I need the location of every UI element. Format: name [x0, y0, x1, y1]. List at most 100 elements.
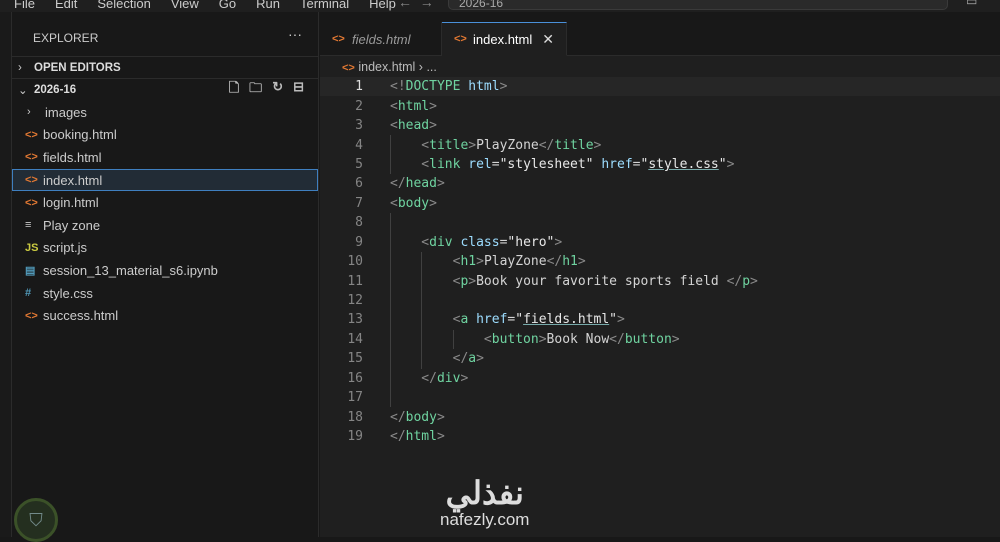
- refresh-icon[interactable]: ↻: [272, 79, 283, 101]
- menu-view[interactable]: View: [165, 0, 205, 11]
- tab-label: index.html: [473, 31, 533, 47]
- menu-file[interactable]: File: [8, 0, 41, 11]
- line-text: </div>: [390, 371, 468, 386]
- html-file-icon: <>: [25, 309, 38, 322]
- line-number: 10: [347, 254, 363, 270]
- line-number: 9: [355, 234, 363, 250]
- code-token: button: [491, 331, 539, 347]
- line-number: 13: [347, 312, 363, 328]
- open-editors-section[interactable]: › OPEN EDITORS: [12, 56, 318, 78]
- code-line[interactable]: 3 <head>: [320, 116, 1000, 135]
- menu-terminal[interactable]: Terminal: [294, 0, 355, 11]
- code-line[interactable]: 12: [320, 290, 1000, 311]
- code-line[interactable]: 16 </div>: [320, 368, 1000, 388]
- code-line[interactable]: 18 </body>: [320, 407, 1000, 426]
- tree-file[interactable]: ▤ session_13_material_s6.ipynb: [12, 259, 318, 282]
- code-token: <: [390, 254, 461, 270]
- section-label: 2026-16: [34, 83, 77, 96]
- html-file-icon: <>: [454, 33, 467, 45]
- code-line[interactable]: 9 <div class="hero">: [320, 232, 1000, 252]
- line-number: 7: [355, 195, 363, 211]
- menu-go[interactable]: Go: [213, 0, 242, 11]
- code-line[interactable]: 14 <button>Book Now</button>: [320, 329, 1000, 350]
- menu-selection[interactable]: Selection: [91, 0, 156, 11]
- indent-guide: [390, 232, 391, 252]
- code-line[interactable]: 10 <h1>PlayZone</h1>: [320, 251, 1000, 272]
- forward-arrow-icon[interactable]: →: [420, 0, 434, 10]
- code-token: h1: [562, 254, 578, 270]
- tree-file[interactable]: <> login.html: [12, 191, 318, 214]
- breadcrumb-symbol[interactable]: ...: [426, 60, 436, 74]
- code-line[interactable]: 6 </head>: [320, 174, 1000, 193]
- line-number: 16: [347, 370, 363, 386]
- tree-item-label: index.html: [43, 172, 103, 188]
- code-token: <: [390, 137, 430, 153]
- code-line[interactable]: 4 <title>PlayZone</title>: [320, 135, 1000, 155]
- code-editor[interactable]: <> index.html › ... 1 <!DOCTYPE html> 2 <ht…: [320, 56, 1000, 537]
- line-text: <head>: [390, 118, 437, 133]
- command-center-search[interactable]: 2026-16: [448, 0, 948, 10]
- line-text: <link rel="stylesheet" href="style.css">: [390, 157, 734, 172]
- code-token: >: [429, 98, 437, 114]
- code-line[interactable]: 1 <!DOCTYPE html>: [320, 77, 1000, 97]
- chat-icon[interactable]: ▭: [966, 0, 977, 8]
- menu-edit[interactable]: Edit: [49, 0, 83, 11]
- code-token: >: [476, 254, 484, 270]
- line-text: <h1>PlayZone</h1>: [390, 254, 586, 269]
- watermark-site: nafezly.com: [440, 510, 530, 529]
- code-line[interactable]: 15 </a>: [320, 349, 1000, 369]
- back-arrow-icon[interactable]: ←: [398, 0, 412, 10]
- new-file-icon[interactable]: 🗋: [229, 79, 239, 101]
- line-text: <!DOCTYPE html>: [390, 79, 507, 94]
- indent-guide: [421, 251, 423, 272]
- tree-file[interactable]: ≡ Play zone: [12, 214, 318, 237]
- close-tab-icon[interactable]: ✕: [542, 31, 554, 48]
- code-token: <: [390, 273, 461, 289]
- collapse-all-icon[interactable]: ⊟: [293, 79, 304, 101]
- tree-file[interactable]: <> index.html: [12, 168, 318, 192]
- code-line[interactable]: 8: [320, 213, 1000, 233]
- code-token: <: [390, 195, 398, 211]
- code-lines[interactable]: 1 <!DOCTYPE html> 2 <html> 3 <head> 4 <title>P…: [320, 77, 1000, 446]
- tree-folder[interactable]: › images: [12, 101, 318, 124]
- code-token: >: [429, 195, 437, 211]
- tree-file[interactable]: # style.css: [12, 282, 318, 305]
- code-line[interactable]: 13 <a href="fields.html">: [320, 310, 1000, 330]
- nav-arrows[interactable]: ← →: [398, 0, 434, 10]
- tree-item-label: Play zone: [43, 217, 101, 233]
- code-token: </: [538, 137, 555, 153]
- code-token: >: [726, 156, 735, 172]
- code-token: href: [468, 312, 508, 328]
- code-line[interactable]: 2 <html>: [320, 96, 1000, 115]
- code-line[interactable]: 17: [320, 388, 1000, 408]
- code-token: >: [577, 254, 586, 270]
- code-line[interactable]: 7 <body>: [320, 194, 1000, 213]
- tab-index-html[interactable]: <> index.html ✕: [442, 22, 567, 56]
- line-text: </a>: [390, 351, 484, 366]
- tree-file[interactable]: <> success.html: [12, 304, 318, 327]
- code-token: =: [491, 156, 500, 172]
- indent-guide: [421, 271, 423, 291]
- code-line[interactable]: 5 <link rel="stylesheet" href="style.css…: [320, 154, 1000, 175]
- folder-root-section[interactable]: ⌄ 2026-16 🗋 🗀 ↻ ⊟: [12, 78, 318, 100]
- tree-file[interactable]: JS script.js: [12, 237, 318, 260]
- code-token: p: [742, 273, 751, 289]
- tree-file[interactable]: <> fields.html: [12, 146, 318, 169]
- code-line[interactable]: 11 <p>Book your favorite sports field </…: [320, 271, 1000, 291]
- more-actions-icon[interactable]: ···: [288, 26, 302, 42]
- breadcrumb-file[interactable]: index.html: [358, 60, 415, 74]
- html-file-icon: <>: [25, 174, 38, 187]
- menu-run[interactable]: Run: [250, 0, 286, 11]
- code-token: >: [468, 273, 477, 289]
- tab-fields-html[interactable]: <> fields.html: [320, 22, 442, 56]
- tree-file[interactable]: <> booking.html: [12, 124, 318, 147]
- code-line[interactable]: 19 </html>: [320, 427, 1000, 446]
- code-token: >: [499, 79, 508, 95]
- code-token: fields.html: [523, 312, 610, 328]
- menu-help[interactable]: Help: [363, 0, 402, 11]
- code-token: >: [436, 176, 445, 192]
- code-token: <: [390, 118, 398, 134]
- line-text: <title>PlayZone</title>: [390, 138, 601, 153]
- new-folder-icon[interactable]: 🗀: [249, 79, 262, 101]
- indent-guide: [390, 213, 391, 233]
